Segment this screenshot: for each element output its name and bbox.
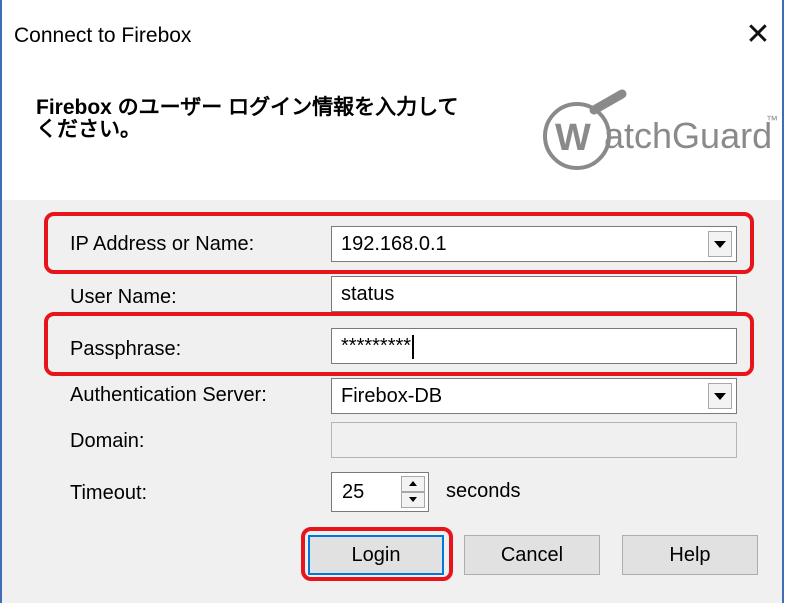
title-bar[interactable]: Connect to Firebox ✕ [2,0,782,70]
ip-address-combo[interactable]: 192.168.0.1 [331,226,737,262]
close-button[interactable]: ✕ [740,18,776,54]
text-caret [412,334,415,359]
passphrase-label: Passphrase: [70,338,182,360]
spin-up-icon [409,481,417,486]
auth-server-combo[interactable]: Firebox-DB [331,378,737,414]
spin-down-button[interactable] [401,492,425,508]
close-icon: ✕ [745,18,771,51]
timeout-label: Timeout: [70,482,148,504]
user-name-value: status [341,283,395,305]
logo-tm: ™ [766,113,778,127]
window-title: Connect to Firebox [14,24,192,47]
connect-dialog: Connect to Firebox ✕ Firebox のユーザー ログイン情… [0,0,784,603]
ip-address-value: 192.168.0.1 [341,233,447,255]
login-button[interactable]: Login [308,535,444,575]
chevron-down-icon [714,241,726,248]
header-message: Firebox のユーザー ログイン情報を入力して ください。 [36,97,496,141]
chevron-down-icon [714,393,726,400]
help-button[interactable]: Help [622,535,758,575]
svg-text:W: W [555,117,591,159]
dialog-body: IP Address or Name: 192.168.0.1 User Nam… [2,200,782,603]
ip-address-label: IP Address or Name: [70,233,255,255]
user-name-field[interactable]: status [331,276,737,312]
auth-server-label: Authentication Server: [70,384,267,406]
timeout-value: 25 [342,481,365,503]
timeout-spinner[interactable]: 25 [331,472,429,512]
dialog-header: Firebox のユーザー ログイン情報を入力して ください。 W atchGu… [2,70,782,201]
header-message-line1: Firebox のユーザー ログイン情報を入力して [36,96,459,119]
ip-address-dropdown-button[interactable] [708,231,732,257]
auth-server-value: Firebox-DB [341,385,443,407]
passphrase-value: ********* [341,335,412,357]
watchguard-logo: W atchGuard ™ [543,89,778,170]
timeout-unit-label: seconds [446,480,521,502]
domain-label: Domain: [70,430,145,452]
spin-up-button[interactable] [401,476,425,492]
header-message-line2: ください。 [36,118,141,141]
user-name-label: User Name: [70,286,177,308]
domain-field [331,422,737,458]
auth-server-dropdown-button[interactable] [708,383,732,409]
spin-down-icon [409,497,417,502]
cancel-button[interactable]: Cancel [464,535,600,575]
logo-text: atchGuard [604,115,772,156]
passphrase-field[interactable]: ********* [331,328,737,364]
